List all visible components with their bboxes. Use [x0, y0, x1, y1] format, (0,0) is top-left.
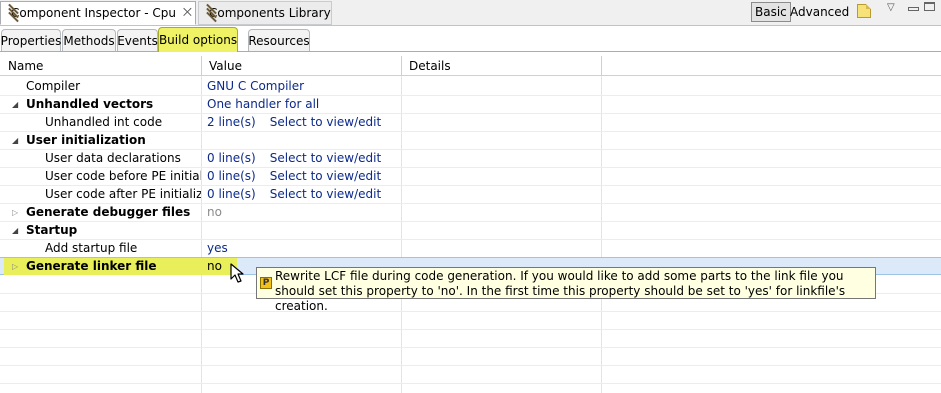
expand-triangle-icon[interactable]: ▷ — [12, 208, 20, 217]
property-details — [401, 222, 601, 239]
property-details — [401, 186, 601, 203]
tab-properties[interactable]: Properties — [1, 29, 61, 51]
property-value: 0 line(s) — [207, 169, 256, 183]
property-details — [401, 240, 601, 257]
property-name: User code after PE initializatio — [45, 187, 201, 201]
table-row[interactable]: User code after PE initializatio 0 line(… — [0, 186, 941, 204]
table-row[interactable]: ▷ Generate debugger files no — [0, 204, 941, 222]
tab-component-inspector[interactable]: Component Inspector - Cpu ⨉ — [0, 1, 196, 25]
tab-resources[interactable]: Resources — [248, 29, 310, 51]
inspector-sub-tabs: Properties Methods Events Build options … — [0, 27, 941, 52]
collapse-triangle-icon[interactable]: ◢ — [12, 136, 20, 145]
tab-build-options[interactable]: Build options — [158, 27, 238, 52]
property-value[interactable]: GNU C Compiler — [202, 78, 400, 95]
view-edit-link[interactable]: Select to view/edit — [270, 115, 381, 129]
property-group-name: Unhandled vectors — [26, 97, 154, 111]
empty-row — [0, 366, 941, 384]
view-tab-bar: Component Inspector - Cpu ⨉ Components L… — [0, 0, 941, 26]
table-row[interactable]: ◢ Unhandled vectors One handler for all — [0, 96, 941, 114]
column-header-name[interactable]: Name — [0, 56, 202, 76]
maximize-icon[interactable] — [924, 2, 935, 11]
property-value — [202, 132, 400, 149]
table-row[interactable]: User code before PE initializat 0 line(s… — [0, 168, 941, 186]
view-edit-link[interactable]: Select to view/edit — [270, 169, 381, 183]
property-value: 0 line(s) — [207, 151, 256, 165]
property-group-name: User initialization — [26, 133, 146, 147]
property-value-cell[interactable]: 2 line(s) Select to view/edit — [202, 114, 400, 131]
property-name: User data declarations — [45, 151, 181, 165]
property-value[interactable]: no — [202, 204, 400, 221]
empty-row — [0, 348, 941, 366]
property-details — [401, 132, 601, 149]
table-row[interactable]: Add startup file yes — [0, 240, 941, 258]
property-details — [401, 78, 601, 95]
property-value: 0 line(s) — [207, 187, 256, 201]
tab-label: Components Library — [209, 6, 331, 20]
view-menu-icon[interactable]: ▽ — [887, 2, 895, 13]
property-value: 2 line(s) — [207, 115, 256, 129]
view-edit-link[interactable]: Select to view/edit — [270, 187, 381, 201]
table-header: Name Value Details — [0, 56, 941, 76]
table-row[interactable]: ◢ User initialization — [0, 132, 941, 150]
property-value-cell[interactable]: 0 line(s) Select to view/edit — [202, 186, 400, 203]
property-name: User code before PE initializat — [45, 169, 201, 183]
collapse-triangle-icon[interactable]: ◢ — [12, 226, 20, 235]
property-value-cell[interactable]: 0 line(s) Select to view/edit — [202, 168, 400, 185]
property-details — [401, 204, 601, 221]
mouse-cursor-icon — [230, 263, 244, 283]
column-header-value[interactable]: Value — [201, 56, 402, 76]
property-value[interactable]: yes — [202, 240, 400, 257]
basic-mode-button[interactable]: Basic — [751, 2, 791, 22]
table-row[interactable]: Unhandled int code 2 line(s) Select to vi… — [0, 114, 941, 132]
view-edit-link[interactable]: Select to view/edit — [270, 151, 381, 165]
collapse-triangle-icon[interactable]: ◢ — [12, 100, 20, 109]
empty-row — [0, 330, 941, 348]
close-icon[interactable]: ⨉ — [183, 6, 192, 20]
advanced-mode-button[interactable]: Advanced — [787, 2, 852, 22]
property-badge-icon: P — [260, 277, 272, 289]
property-value-cell[interactable]: 0 line(s) Select to view/edit — [202, 150, 400, 167]
property-name: Compiler — [26, 79, 81, 93]
property-hint-tooltip: P Rewrite LCF file during code generatio… — [256, 267, 876, 313]
table-row[interactable]: User data declarations 0 line(s) Select t… — [0, 150, 941, 168]
property-details — [401, 114, 601, 131]
expand-triangle-icon[interactable]: ▷ — [12, 262, 20, 271]
help-note-icon[interactable] — [857, 4, 871, 18]
tab-methods[interactable]: Methods — [62, 29, 116, 51]
property-details — [401, 168, 601, 185]
property-details — [401, 150, 601, 167]
tab-events[interactable]: Events — [117, 29, 158, 51]
empty-row — [0, 312, 941, 330]
table-row[interactable]: ◢ Startup — [0, 222, 941, 240]
property-value[interactable]: One handler for all — [202, 96, 400, 113]
property-value — [202, 222, 400, 239]
table-row[interactable]: Compiler GNU C Compiler — [0, 78, 941, 96]
property-name: Add startup file — [45, 241, 138, 255]
property-group-name: Generate linker file — [26, 259, 157, 273]
property-group-name: Generate debugger files — [26, 205, 191, 219]
column-header-details[interactable]: Details — [401, 56, 602, 76]
property-details — [401, 96, 601, 113]
build-options-table: Name Value Details Compiler GNU C Compil… — [0, 56, 941, 393]
tab-components-library[interactable]: Components Library — [198, 1, 332, 25]
minimize-icon[interactable] — [906, 1, 919, 11]
property-group-name: Startup — [26, 223, 78, 237]
property-name: Unhandled int code — [45, 115, 163, 129]
tab-label: Component Inspector - Cpu — [11, 6, 177, 20]
